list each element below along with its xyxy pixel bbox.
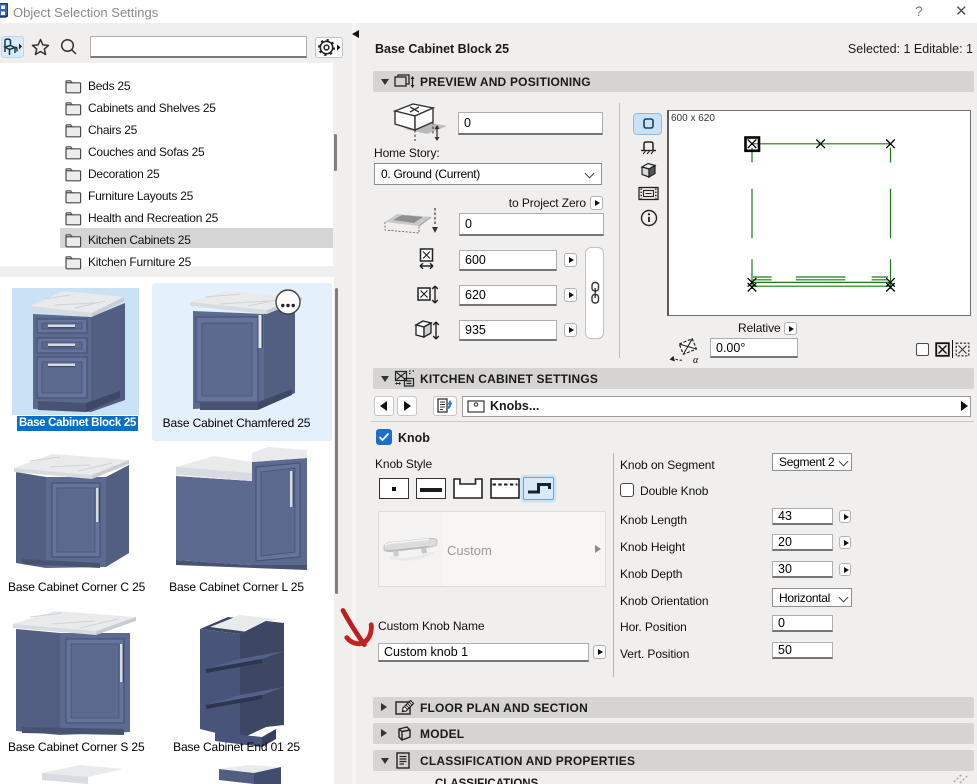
svg-text:α: α — [693, 355, 699, 364]
